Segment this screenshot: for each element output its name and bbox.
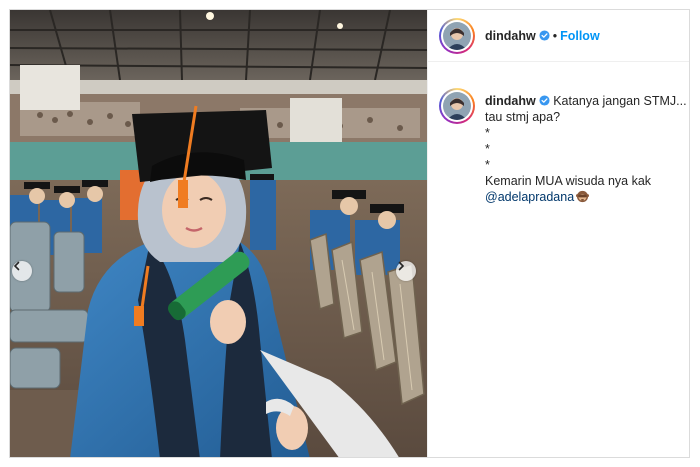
see-no-evil-monkey-emoji-icon (576, 190, 590, 203)
username-link[interactable]: dindahw (485, 29, 536, 43)
post-side-panel: dindahw • Follow dindahw Katanya jangan … (427, 10, 689, 457)
header-separator: • (552, 29, 558, 43)
post-photo[interactable] (10, 10, 427, 457)
graduation-photo (10, 10, 427, 457)
previous-photo-button[interactable] (12, 261, 32, 281)
mention-link[interactable]: @adelapradana (485, 190, 574, 204)
profile-photo (443, 22, 471, 50)
verified-badge-icon (539, 95, 550, 106)
caption-avatar[interactable] (439, 88, 475, 124)
caption-line: dindahw Katanya jangan STMJ... (485, 93, 687, 109)
chevron-right-icon (398, 261, 405, 271)
header-line: dindahw • Follow (485, 29, 600, 43)
post-header: dindahw • Follow (428, 10, 689, 62)
caption-username-link[interactable]: dindahw (485, 94, 536, 108)
avatar[interactable] (439, 18, 475, 54)
caption-line-1: Katanya jangan STMJ... (553, 94, 687, 108)
profile-photo (443, 92, 471, 120)
follow-button[interactable]: Follow (560, 29, 600, 43)
instagram-post-embed: dindahw • Follow dindahw Katanya jangan … (9, 9, 690, 458)
caption-line-5: * (485, 158, 490, 172)
caption-text: dindahw Katanya jangan STMJ... tau stmj … (485, 93, 687, 205)
caption-line-4: * (485, 142, 490, 156)
chevron-left-icon (13, 261, 20, 271)
caption-line-6: Kemarin MUA wisuda nya kak (485, 174, 652, 188)
caption-line-7: @adelapradana (485, 189, 681, 205)
caption-line-3: * (485, 126, 490, 140)
verified-badge-icon (539, 30, 550, 41)
next-photo-button[interactable] (396, 261, 416, 281)
caption-line-2: tau stmj apa? (485, 110, 561, 124)
